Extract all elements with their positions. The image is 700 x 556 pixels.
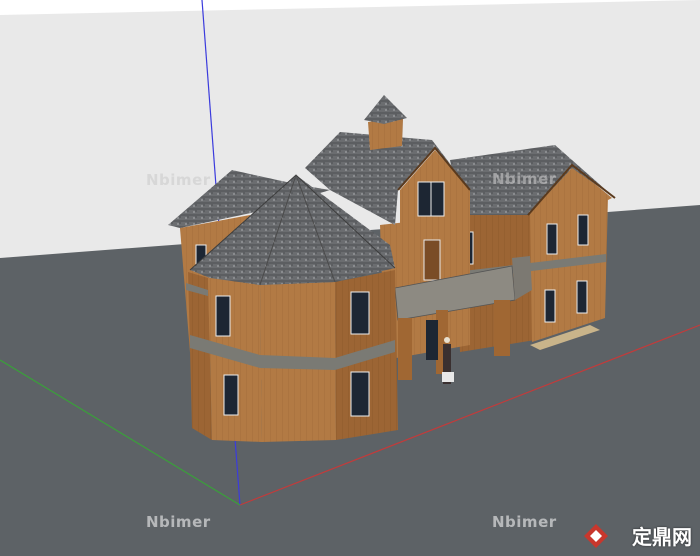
door <box>423 239 441 281</box>
window <box>350 291 370 335</box>
scale-figure-head <box>444 337 450 343</box>
window <box>577 214 589 246</box>
window <box>223 374 239 416</box>
window <box>215 295 231 337</box>
sketchup-model-viewport: Nbimer Nbimer Nbimer Nbimer 定鼎网 <box>0 0 700 556</box>
window <box>350 371 370 417</box>
window <box>576 280 588 314</box>
column <box>494 300 510 356</box>
window <box>546 223 558 255</box>
logo-brand-text: 定鼎网 <box>632 525 692 549</box>
watermark: Nbimer <box>492 513 557 531</box>
watermark: Nbimer <box>146 513 211 531</box>
model-render <box>0 0 700 556</box>
watermark: Nbimer <box>146 171 211 189</box>
window <box>544 289 556 323</box>
column <box>398 318 412 380</box>
site-logo: 定鼎网 <box>632 521 692 550</box>
watermark: Nbimer <box>492 170 557 188</box>
